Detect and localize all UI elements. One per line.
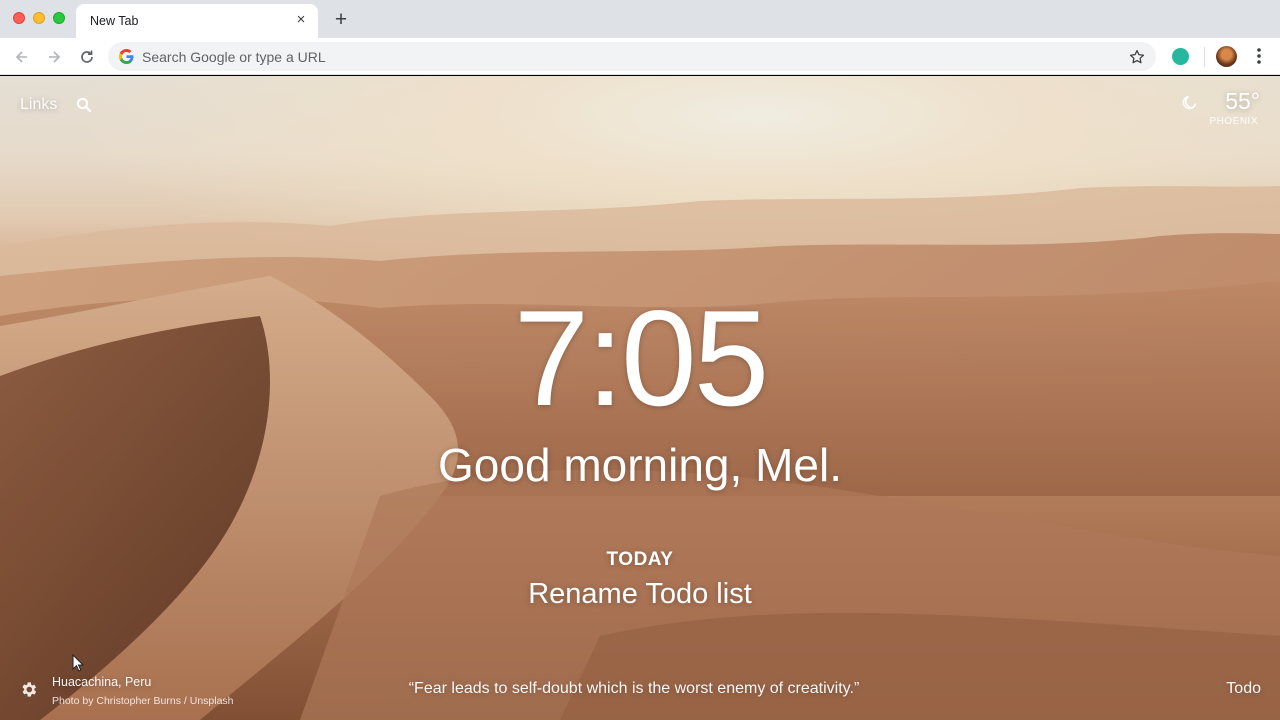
address-placeholder: Search Google or type a URL <box>142 49 326 65</box>
extension-icon[interactable] <box>1172 48 1189 65</box>
reload-icon <box>81 50 93 63</box>
address-bar[interactable]: Search Google or type a URL <box>108 42 1156 71</box>
forward-icon <box>49 51 61 63</box>
browser-toolbar: Search Google or type a URL <box>0 38 1280 75</box>
search-icon[interactable] <box>76 97 92 113</box>
tab-strip: New Tab × + <box>0 0 1280 38</box>
back-button[interactable] <box>9 44 35 70</box>
todo-button[interactable]: Todo <box>1226 680 1261 698</box>
reload-button[interactable] <box>74 44 100 70</box>
star-icon[interactable] <box>1128 48 1146 66</box>
focus-text[interactable]: Rename Todo list <box>0 578 1280 611</box>
weather-widget[interactable]: 55° PHOENIX <box>1170 88 1260 128</box>
links-button[interactable]: Links <box>20 96 57 114</box>
menu-icon[interactable] <box>1250 46 1268 66</box>
quote[interactable]: “Fear leads to self-doubt which is the w… <box>0 680 1268 698</box>
weather-temperature: 55° <box>1225 88 1260 114</box>
close-window-button[interactable] <box>13 12 25 24</box>
toolbar-divider <box>1204 47 1205 67</box>
tab-close-button[interactable]: × <box>292 11 310 29</box>
minimize-window-button[interactable] <box>33 12 45 24</box>
back-icon <box>15 51 27 63</box>
weather-city: PHOENIX <box>1209 116 1258 127</box>
cursor-icon <box>72 654 84 672</box>
greeting: Good morning, Mel. <box>438 439 842 491</box>
profile-avatar[interactable] <box>1216 46 1237 67</box>
forward-button[interactable] <box>41 44 67 70</box>
new-tab-button[interactable]: + <box>330 9 352 31</box>
moon-icon <box>1182 95 1197 110</box>
focus-label: TODAY <box>606 549 674 570</box>
google-icon <box>119 49 134 64</box>
zoom-window-button[interactable] <box>53 12 65 24</box>
clock: 7:05 <box>513 282 770 434</box>
new-tab-dashboard: Links 55° PHOENIX 7:05 Good morning, Mel… <box>0 76 1280 720</box>
tab-new-tab[interactable]: New Tab × <box>76 4 318 38</box>
tab-title: New Tab <box>90 14 139 28</box>
